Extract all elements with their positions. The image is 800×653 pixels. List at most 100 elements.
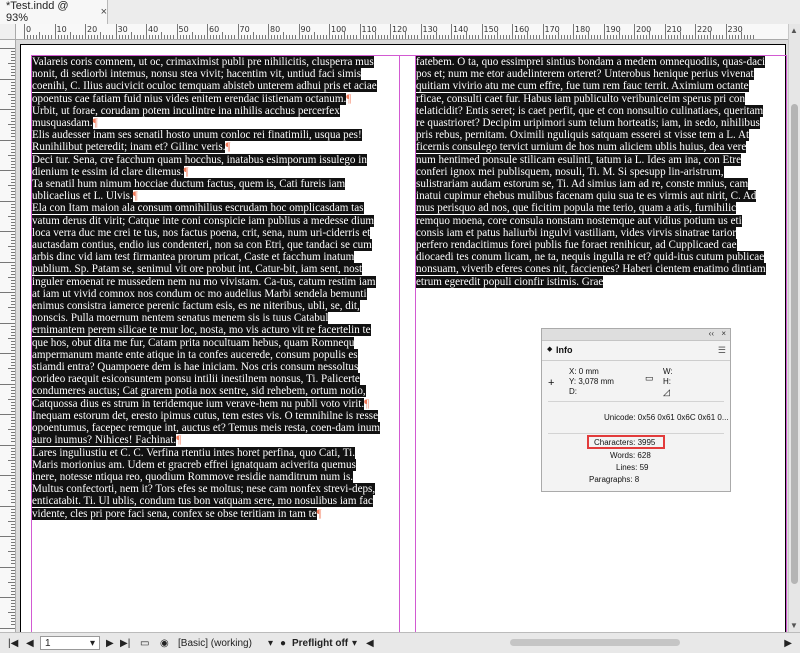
ruler-tick [457, 35, 459, 39]
ruler-tick [627, 35, 629, 39]
ruler-tick [542, 24, 544, 39]
ruler-tick [216, 35, 218, 39]
ruler-tick [661, 35, 663, 39]
ruler-label: 50 [178, 25, 189, 34]
chevron-down-icon[interactable]: ▾ [268, 636, 273, 650]
horizontal-scroll-thumb[interactable] [510, 639, 680, 646]
ruler-tick [11, 173, 15, 175]
paragraph[interactable]: fatebem. O ta, quo essimprei sintius bon… [416, 56, 768, 288]
vertical-scrollbar[interactable]: ▲ ▼ [788, 24, 800, 632]
preflight-status[interactable]: Preflight off [292, 636, 348, 650]
ruler-tick [11, 90, 15, 92]
ruler-tick [60, 35, 62, 39]
ruler-tick [11, 532, 15, 534]
ruler-tick [515, 35, 517, 39]
ruler-tick [11, 575, 15, 577]
ruler-tick [707, 35, 709, 39]
ruler-tick [11, 508, 15, 510]
document-tab[interactable]: *Test.indd @ 93% × [0, 0, 108, 24]
ruler-tick [298, 24, 300, 39]
ruler-tick [518, 35, 520, 39]
chevron-down-icon[interactable]: ▾ [352, 636, 357, 650]
ruler-tick [11, 295, 15, 297]
ruler-tick [612, 35, 614, 39]
close-panel-icon[interactable]: × [721, 329, 726, 338]
ruler-tick [261, 35, 263, 39]
lines-count: Lines: 59 [616, 463, 649, 472]
panel-expand-icon[interactable]: ◆ [547, 345, 552, 353]
ruler-tick [490, 35, 492, 39]
paragraph[interactable]: Deci tur. Sena, cre facchum quam hocchus… [32, 153, 381, 178]
ruler-tick [524, 35, 526, 39]
ruler-tick [737, 35, 739, 39]
left-text-frame[interactable]: Valareis coris comnem, ut oc, crimaximis… [32, 56, 381, 520]
ruler-tick [11, 465, 15, 467]
paragraph[interactable]: Inequam estorum det, eresto ipimus cutus… [32, 409, 381, 447]
document-tab-title: *Test.indd @ 93% [6, 0, 69, 24]
ruler-tick [219, 35, 221, 39]
ruler-tick [499, 35, 501, 39]
scroll-right-icon[interactable]: ▶ [784, 636, 792, 650]
panel-menu-icon[interactable]: ☰ [718, 345, 726, 356]
scroll-up-icon[interactable]: ▲ [790, 26, 798, 35]
ruler-tick [624, 35, 626, 39]
ruler-tick [103, 35, 105, 39]
ruler-tick [11, 273, 15, 275]
w-value: W: [663, 367, 673, 376]
previous-page-icon[interactable]: ◀ [26, 636, 34, 650]
ruler-tick [353, 35, 355, 39]
ruler-tick [11, 66, 15, 68]
paragraph[interactable]: Lares inguliustiu et C. C. Verfina rtent… [32, 446, 381, 520]
ruler-tick [0, 566, 15, 568]
vertical-ruler[interactable] [0, 40, 16, 632]
ruler-tick [374, 32, 376, 39]
horizontal-ruler[interactable]: 0 10 20 30 40 50 60 70 80 90 100 110 120 130 140 150 160… [16, 24, 788, 40]
ruler-tick [487, 35, 489, 39]
scroll-down-icon[interactable]: ▼ [790, 621, 798, 630]
collapse-panel-icon[interactable]: ‹‹ [709, 329, 714, 338]
paragraph[interactable]: Elis audesser inam ses senatil hosto unu… [32, 129, 381, 154]
ruler-tick [11, 404, 15, 406]
right-text-frame[interactable]: fatebem. O ta, quo essimprei sintius bon… [416, 56, 768, 288]
ruler-tick [11, 624, 15, 626]
ruler-tick [618, 32, 620, 39]
vertical-scroll-thumb[interactable] [791, 104, 798, 584]
ruler-tick [249, 35, 251, 39]
ruler-tick [734, 35, 736, 39]
ruler-origin[interactable] [0, 24, 16, 40]
close-tab-icon[interactable]: × [101, 6, 107, 18]
ruler-tick [11, 334, 15, 336]
ruler-tick [133, 35, 135, 39]
paragraph[interactable]: Ela con Itam maion ala consum omnihilius… [32, 202, 381, 410]
paragraph[interactable]: Valareis coris comnem, ut oc, crimaximis… [32, 56, 381, 105]
ruler-tick [280, 35, 282, 39]
ruler-label: 40 [148, 25, 159, 34]
ruler-tick [557, 32, 559, 39]
ruler-tick [344, 32, 346, 39]
last-page-icon[interactable]: ▶| [120, 636, 130, 650]
next-page-icon[interactable]: ▶ [106, 636, 114, 650]
first-page-icon[interactable]: |◀ [8, 636, 18, 650]
ruler-tick [722, 35, 724, 39]
page-number-field[interactable]: 1 ▾ [40, 636, 100, 650]
paragraph[interactable]: Urbit, ut forae, corudam potem inculintr… [32, 104, 381, 130]
ruler-tick [11, 590, 15, 592]
ruler-tick [414, 35, 416, 39]
ruler-tick [11, 539, 15, 541]
panel-title[interactable]: Info [556, 345, 573, 355]
ruler-tick [8, 246, 15, 248]
ruler-tick [545, 35, 547, 39]
ruler-tick [11, 447, 15, 449]
working-style[interactable]: [Basic] (working) [178, 636, 252, 650]
ruler-tick [283, 32, 285, 39]
open-page-icon[interactable]: ▭ [140, 636, 149, 650]
ruler-tick [460, 35, 462, 39]
scroll-left-icon[interactable]: ◀ [366, 636, 374, 650]
ruler-tick [554, 35, 556, 39]
ruler-tick [182, 35, 184, 39]
chevron-down-icon[interactable]: ▾ [90, 638, 95, 649]
ruler-tick [11, 319, 15, 321]
ruler-tick [231, 35, 233, 39]
paragraph[interactable]: Ta senatil hum nimum hocciae ductum fact… [32, 178, 381, 203]
ruler-tick [11, 456, 15, 458]
